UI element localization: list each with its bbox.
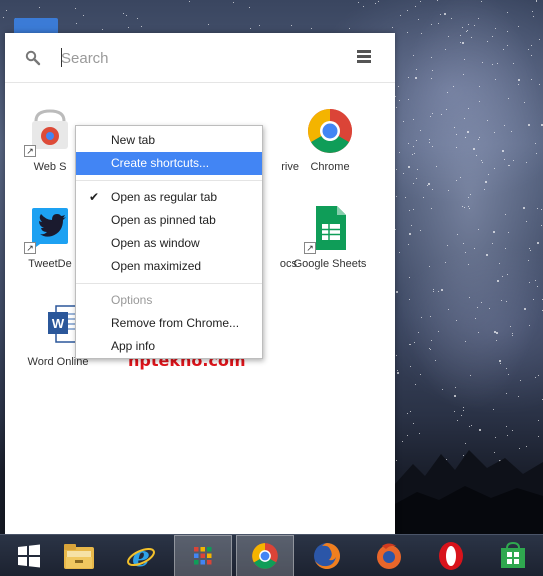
menu-item-remove-from-chrome[interactable]: Remove from Chrome...: [76, 312, 262, 335]
firefox-developer-icon: [377, 543, 401, 569]
file-explorer-icon: [64, 544, 94, 569]
taskbar-firefox-developer[interactable]: [360, 535, 418, 576]
app-launcher-icon: [194, 547, 212, 565]
search-icon: [25, 50, 41, 66]
firefox-icon: [314, 543, 340, 569]
tweetdeck-icon: ↗: [24, 204, 74, 254]
taskbar-internet-explorer[interactable]: e: [112, 535, 170, 576]
hamburger-menu-icon[interactable]: [357, 50, 371, 64]
taskbar: e: [0, 534, 543, 576]
menu-item-options: Options: [111, 293, 153, 307]
app-label: Google Sheets: [293, 258, 367, 270]
menu-item-app-info[interactable]: App info: [76, 335, 262, 358]
search-bar: [5, 33, 395, 83]
windows-start-icon: [18, 544, 40, 568]
web-store-icon: ↗: [24, 107, 74, 157]
taskbar-windows-store[interactable]: [484, 535, 542, 576]
chrome-icon: [252, 543, 278, 569]
windows-store-icon: [501, 542, 525, 568]
menu-item-open-as-regular-tab[interactable]: ✔ Open as regular tab: [76, 186, 262, 209]
taskbar-firefox[interactable]: [298, 535, 356, 576]
taskbar-file-explorer[interactable]: [50, 535, 108, 576]
menu-item-open-as-pinned-tab[interactable]: Open as pinned tab: [76, 209, 262, 232]
menu-item-open-maximized[interactable]: Open maximized: [76, 255, 262, 278]
menu-item-create-shortcuts[interactable]: Create shortcuts...: [76, 152, 262, 175]
chrome-icon: [306, 107, 354, 155]
menu-separator: [76, 283, 262, 284]
app-label: Chrome: [310, 161, 350, 173]
menu-item-new-tab[interactable]: New tab: [76, 129, 262, 152]
taskbar-chrome[interactable]: [236, 535, 294, 576]
menu-item-label: Open as regular tab: [111, 190, 218, 204]
mountain-silhouette: [395, 450, 543, 534]
checkmark-icon: ✔: [89, 190, 100, 204]
opera-icon: [439, 542, 463, 570]
taskbar-app-launcher[interactable]: [174, 535, 232, 576]
internet-explorer-icon: e: [127, 540, 155, 572]
svg-text:e: e: [132, 540, 150, 572]
app-tile-google-sheets[interactable]: ↗ Google Sheets: [285, 204, 375, 270]
svg-text:W: W: [52, 316, 65, 331]
context-menu: New tab Create shortcuts... ✔ Open as re…: [75, 125, 263, 359]
app-tile-chrome[interactable]: Chrome: [285, 107, 375, 173]
menu-separator: [76, 180, 262, 181]
menu-item-open-as-window[interactable]: Open as window: [76, 232, 262, 255]
sheets-icon: ↗: [304, 204, 354, 254]
search-input[interactable]: [61, 46, 331, 70]
taskbar-opera[interactable]: [422, 535, 480, 576]
app-launcher: ↗ Web S rive Chrome ↗: [5, 33, 395, 535]
